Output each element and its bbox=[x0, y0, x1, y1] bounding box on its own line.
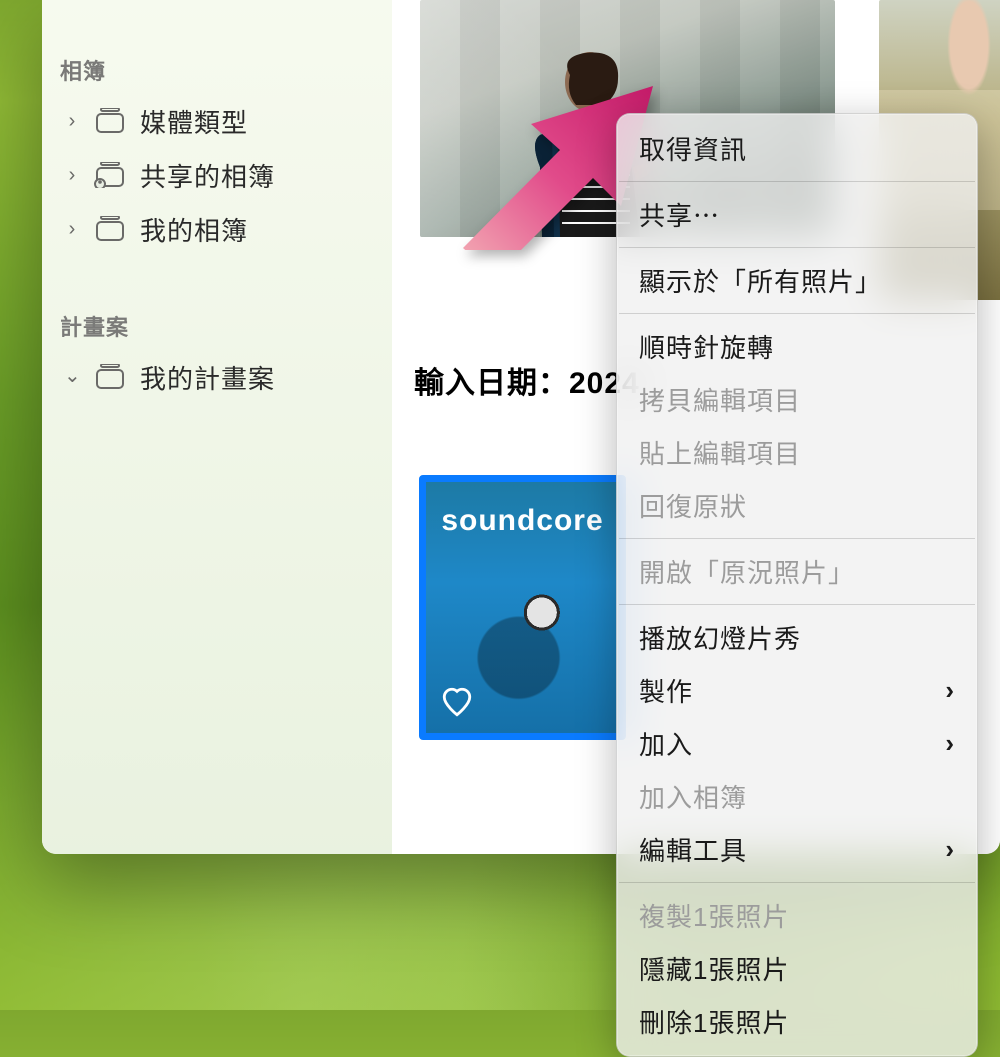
menu-item-edit-tools[interactable]: 編輯工具› bbox=[617, 823, 977, 876]
sidebar-item-label: 共享的相簿 bbox=[140, 157, 275, 194]
sidebar-item-label: 媒體類型 bbox=[140, 103, 248, 140]
menu-item-add-to[interactable]: 加入› bbox=[617, 717, 977, 770]
photo-thumbnail-selected[interactable]: soundcore bbox=[419, 475, 626, 740]
sidebar-item-my-projects[interactable]: ⌄ 我的計畫案 bbox=[60, 350, 374, 404]
chevron-right-icon: › bbox=[64, 110, 80, 133]
menu-item-duplicate-photo: 複製1張照片 bbox=[617, 889, 977, 942]
menu-item-paste-edits: 貼上編輯項目 bbox=[617, 426, 977, 479]
import-date-label: 輸入日期：2024 bbox=[414, 358, 640, 402]
menu-separator bbox=[619, 604, 975, 605]
album-stack-icon bbox=[94, 364, 126, 390]
menu-item-share[interactable]: 共享⋯ bbox=[617, 188, 977, 241]
menu-item-delete-photo[interactable]: 刪除1張照片 bbox=[617, 995, 977, 1048]
sidebar-section-header-projects: 計畫案 bbox=[60, 310, 374, 342]
album-stack-icon bbox=[94, 108, 126, 134]
album-stack-icon bbox=[94, 216, 126, 242]
menu-item-create[interactable]: 製作› bbox=[617, 664, 977, 717]
menu-separator bbox=[619, 181, 975, 182]
sidebar: 相簿 › 媒體類型 › 共享的相簿 bbox=[42, 0, 392, 854]
sidebar-item-shared-albums[interactable]: › 共享的相簿 bbox=[60, 148, 374, 202]
sidebar-section-header-albums: 相簿 bbox=[60, 54, 374, 86]
sidebar-item-my-albums[interactable]: › 我的相簿 bbox=[60, 202, 374, 256]
menu-item-rotate-clockwise[interactable]: 順時針旋轉 bbox=[617, 320, 977, 373]
menu-item-revert: 回復原狀 bbox=[617, 479, 977, 532]
chevron-right-icon: › bbox=[945, 675, 955, 706]
menu-separator bbox=[619, 538, 975, 539]
sidebar-item-media-types[interactable]: › 媒體類型 bbox=[60, 94, 374, 148]
menu-separator bbox=[619, 313, 975, 314]
menu-separator bbox=[619, 882, 975, 883]
chevron-right-icon: › bbox=[945, 834, 955, 865]
menu-item-hide-photo[interactable]: 隱藏1張照片 bbox=[617, 942, 977, 995]
context-menu: 取得資訊 共享⋯ 顯示於「所有照片」 順時針旋轉 拷貝編輯項目 貼上編輯項目 回… bbox=[616, 113, 978, 1057]
menu-item-play-slideshow[interactable]: 播放幻燈片秀 bbox=[617, 611, 977, 664]
menu-separator bbox=[619, 247, 975, 248]
menu-item-open-live-photo: 開啟「原況照片」 bbox=[617, 545, 977, 598]
shared-album-icon bbox=[94, 162, 126, 188]
chevron-right-icon: › bbox=[64, 218, 80, 241]
thumbnail-text: soundcore bbox=[426, 504, 619, 538]
menu-item-show-in-all-photos[interactable]: 顯示於「所有照片」 bbox=[617, 254, 977, 307]
sidebar-item-label: 我的相簿 bbox=[140, 211, 248, 248]
chevron-right-icon: › bbox=[64, 164, 80, 187]
menu-item-get-info[interactable]: 取得資訊 bbox=[617, 122, 977, 175]
chevron-right-icon: › bbox=[945, 728, 955, 759]
heart-outline-icon[interactable] bbox=[440, 685, 474, 719]
sidebar-item-label: 我的計畫案 bbox=[140, 359, 275, 396]
menu-item-add-to-album: 加入相簿 bbox=[617, 770, 977, 823]
chevron-down-icon: ⌄ bbox=[64, 363, 80, 388]
menu-item-copy-edits: 拷貝編輯項目 bbox=[617, 373, 977, 426]
